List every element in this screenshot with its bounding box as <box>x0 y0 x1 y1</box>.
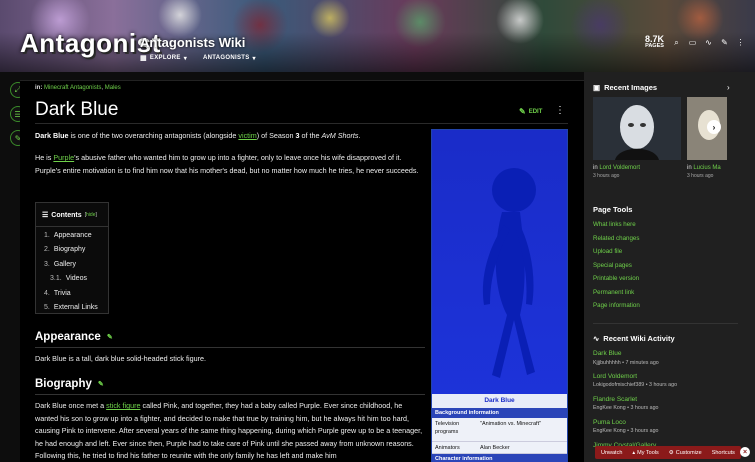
infobox-section-header: Background information <box>432 408 567 418</box>
appearance-paragraph: Dark Blue is a tall, dark blue solid-hea… <box>35 354 206 363</box>
toc-item[interactable]: 3. Gallery <box>44 261 76 268</box>
edit-section-icon[interactable]: ✎ <box>107 333 113 341</box>
activity-item-title[interactable]: Flandre Scarlet <box>593 396 637 403</box>
collapse-sidebar-icon[interactable]: › <box>727 83 730 92</box>
tool-link[interactable]: Permanent link <box>593 289 634 296</box>
customize-button[interactable]: ⚙ Customize <box>669 450 702 456</box>
caret-up-icon: ▴ <box>632 449 636 456</box>
image-caption: in Lucius Ma 3 hours ago <box>687 165 721 179</box>
image-caption: in Lord Voldemort 3 hours ago <box>593 165 641 179</box>
display-icon[interactable]: ▭ <box>686 36 699 49</box>
my-tools-button[interactable]: ▴ My Tools <box>632 450 658 456</box>
list-icon: ☰ <box>42 212 49 219</box>
activity-item-title[interactable]: Puma Loco <box>593 419 626 426</box>
infobox-row: Animators Alan Becker <box>432 442 567 454</box>
activity-item-meta: EngKee Kong • 3 hours ago <box>593 405 659 411</box>
image-icon: ▣ <box>593 83 601 92</box>
header-nav: ▦ EXPLORE ▾ ANTAGONISTS ▾ <box>140 54 256 62</box>
recent-activity-heading: ∿ Recent Wiki Activity <box>593 334 675 343</box>
page-tools-heading: Page Tools <box>593 205 633 214</box>
edit-icon[interactable]: ✎ <box>718 36 731 49</box>
close-icon[interactable]: × <box>740 447 750 457</box>
character-image[interactable] <box>432 130 567 395</box>
category-link[interactable]: Males <box>105 85 121 91</box>
tool-link[interactable]: Upload file <box>593 248 622 255</box>
section-heading-biography: Biography ✎ <box>35 378 104 390</box>
wiki-header: Antagonist Antagonists Wiki ▦ EXPLORE ▾ … <box>0 0 755 72</box>
activity-icon: ∿ <box>593 334 600 343</box>
link-purple[interactable]: Purple <box>53 153 74 162</box>
infobox-section-header: Character information <box>432 454 567 462</box>
tool-link[interactable]: Printable version <box>593 275 639 282</box>
infobox: Dark Blue Background information Televis… <box>431 129 568 462</box>
next-arrow-icon[interactable]: › <box>707 120 721 134</box>
toc-item[interactable]: 3.1. Videos <box>50 275 87 282</box>
edit-section-icon[interactable]: ✎ <box>98 380 104 388</box>
biography-paragraph: Dark Blue once met a stick figure called… <box>35 401 423 460</box>
activity-item-title[interactable]: Lord Voldemort <box>593 373 637 380</box>
pencil-icon: ✎ <box>519 107 526 116</box>
infobox-caption: Dark Blue <box>432 394 567 408</box>
image-page-link[interactable]: Lord Voldemort <box>599 165 640 171</box>
category-link[interactable]: Minecraft Antagonists <box>44 85 101 91</box>
toc-item[interactable]: 1. Appearance <box>44 232 92 239</box>
pages-count: 8.7K PAGES <box>645 34 665 49</box>
categories: in: Minecraft Antagonists, Males <box>35 85 121 91</box>
tool-link[interactable]: Special pages <box>593 262 632 269</box>
activity-item-title[interactable]: Dark Blue <box>593 350 622 357</box>
recent-images-heading: ▣ Recent Images <box>593 83 658 92</box>
activity-item-meta: EngKee Kong • 3 hours ago <box>593 428 659 434</box>
unwatch-button[interactable]: Unwatch <box>601 450 622 456</box>
toc-item[interactable]: 5. External Links <box>44 304 98 311</box>
chevron-down-icon: ▾ <box>252 55 256 62</box>
edit-button[interactable]: ✎ EDIT <box>519 107 542 116</box>
nav-antagonists[interactable]: ANTAGONISTS ▾ <box>203 54 256 62</box>
tool-link[interactable]: What links here <box>593 221 636 228</box>
infobox-row: Television programs "Animation vs. Minec… <box>432 418 567 442</box>
activity-item-meta: Kjjjbuhhhhh • 7 minutes ago <box>593 360 659 366</box>
activity-item-meta: Lokigodofmischief389 • 3 hours ago <box>593 382 678 388</box>
section-heading-appearance: Appearance ✎ <box>35 331 113 343</box>
link-stick-figure[interactable]: stick figure <box>106 401 140 410</box>
toc-header: ☰ Contents [hide] <box>42 211 97 220</box>
more-actions-icon[interactable]: ⋮ <box>555 105 565 116</box>
shortcuts-button[interactable]: Shortcuts <box>712 450 735 456</box>
nav-explore[interactable]: ▦ EXPLORE ▾ <box>140 54 187 62</box>
intro-paragraph: Dark Blue is one of the two overarching … <box>35 131 361 140</box>
recent-image-thumbnail[interactable] <box>593 97 681 160</box>
explore-icon: ▦ <box>140 55 147 62</box>
page-title: Dark Blue <box>35 99 119 120</box>
search-icon[interactable]: ⌕ <box>670 36 683 49</box>
activity-icon[interactable]: ∿ <box>702 36 715 49</box>
tool-link[interactable]: Page information <box>593 302 640 309</box>
more-icon[interactable]: ⋮ <box>734 36 747 49</box>
voldemort-photo <box>593 97 681 160</box>
table-of-contents: ☰ Contents [hide] 1. Appearance 2. Biograp… <box>35 202 109 314</box>
image-page-link[interactable]: Lucius Ma <box>693 165 720 171</box>
chevron-down-icon: ▾ <box>183 55 188 62</box>
toc-item[interactable]: 4. Trivia <box>44 290 71 297</box>
toc-item[interactable]: 2. Biography <box>44 246 85 253</box>
tool-link[interactable]: Related changes <box>593 235 639 242</box>
wiki-name[interactable]: Antagonists Wiki <box>140 35 245 50</box>
header-icons: ⌕ ▭ ∿ ✎ ⋮ <box>670 36 747 49</box>
description-paragraph: He is Purple's abusive father who wanted… <box>35 153 419 175</box>
link-victim[interactable]: victim <box>238 131 256 140</box>
gear-icon: ⚙ <box>668 449 674 456</box>
toc-hide-link[interactable]: hide <box>86 212 95 218</box>
stick-figure-illustration <box>482 168 536 378</box>
bottom-toolbar: Unwatch ▴ My Tools ⚙ Customize Shortcuts <box>595 446 741 459</box>
